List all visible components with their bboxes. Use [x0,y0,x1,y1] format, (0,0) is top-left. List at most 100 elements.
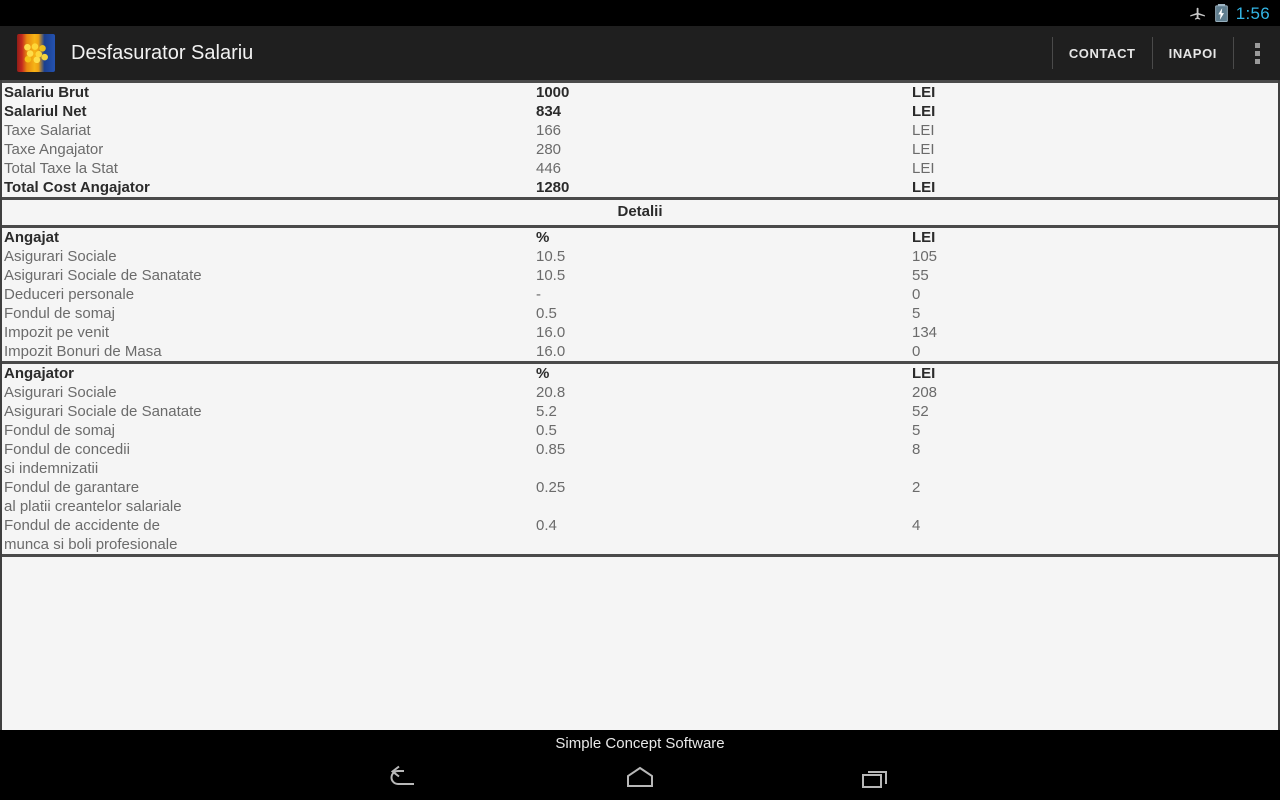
row-label: Asigurari Sociale de Sanatate [4,267,202,284]
row-pct: 10.5 [536,267,566,284]
summary-table: Salariu Brut 1000 LEI Salariul Net 834 L… [2,83,1278,197]
row-value: 166 [536,122,562,139]
row-amount: 55 [912,267,929,284]
row-value: 446 [536,160,562,177]
details-section-title: Detalii [617,203,663,220]
status-clock: 1:56 [1235,3,1270,23]
employee-details-table: Angajat % LEI Asigurari Sociale 10.5 105… [2,228,1278,361]
table-row: Impozit pe venit 16.0 134 [2,323,1278,342]
row-currency: LEI [912,160,935,177]
row-value: 280 [536,141,562,158]
employer-header-row: Angajator % LEI [2,364,1278,383]
row-pct: 0.25 [536,479,566,496]
row-label: Total Cost Angajator [4,179,150,196]
contact-action-button[interactable]: CONTACT [1053,26,1152,80]
employer-bottom-rule [2,554,1278,557]
row-currency: LEI [912,84,936,101]
row-pct: 0.85 [536,441,566,458]
table-row: Total Cost Angajator 1280 LEI [2,178,1278,197]
home-nav-icon[interactable] [612,758,668,798]
table-row: Salariul Net 834 LEI [2,102,1278,121]
row-label: Impozit Bonuri de Masa [4,343,162,360]
row-amount: 4 [912,517,921,534]
table-row: Asigurari Sociale 10.5 105 [2,247,1278,266]
table-row: Fondul de garantare al platii creantelor… [2,478,1278,516]
table-row: Asigurari Sociale de Sanatate 10.5 55 [2,266,1278,285]
row-pct: 0.5 [536,305,557,322]
status-bar: 1:56 [0,0,1280,26]
row-amount: 5 [912,305,921,322]
row-label: Taxe Salariat [4,122,91,139]
row-amount: 52 [912,403,929,420]
row-label: Salariul Net [4,103,87,120]
row-label: Taxe Angajator [4,141,104,158]
android-navigation-bar [0,756,1280,800]
row-currency: LEI [912,122,935,139]
employer-header-currency: LEI [912,365,936,382]
table-row: Deduceri personale - 0 [2,285,1278,304]
overflow-menu-icon[interactable] [1234,26,1280,80]
footer-text: Simple Concept Software [555,734,725,752]
table-row: Asigurari Sociale de Sanatate 5.2 52 [2,402,1278,421]
row-label: Fondul de accidente de munca si boli pro… [4,517,178,553]
row-amount: 8 [912,441,921,458]
employee-header-pct: % [536,229,550,246]
row-label: Total Taxe la Stat [4,160,118,177]
row-value: 1000 [536,84,570,101]
row-label: Fondul de concedii si indemnizatii [4,441,130,477]
table-row: Impozit Bonuri de Masa 16.0 0 [2,342,1278,361]
row-pct: 16.0 [536,324,566,341]
content-area: Salariu Brut 1000 LEI Salariul Net 834 L… [0,80,1280,730]
app-logo-icon [17,34,55,72]
row-currency: LEI [912,103,936,120]
row-label: Fondul de garantare al platii creantelor… [4,479,182,515]
employee-header-row: Angajat % LEI [2,228,1278,247]
row-amount: 5 [912,422,921,439]
employer-header-pct: % [536,365,550,382]
battery-charging-icon [1214,4,1228,22]
row-label: Salariu Brut [4,84,90,101]
row-value: 1280 [536,179,570,196]
back-action-button[interactable]: INAPOI [1153,26,1233,80]
row-amount: 0 [912,286,921,303]
row-label: Impozit pe venit [4,324,110,341]
employer-header-label: Angajator [4,365,75,382]
row-label: Asigurari Sociale de Sanatate [4,403,202,420]
table-row: Total Taxe la Stat 446 LEI [2,159,1278,178]
row-pct: 20.8 [536,384,566,401]
table-row: Salariu Brut 1000 LEI [2,83,1278,102]
row-value: 834 [536,103,562,120]
row-pct: 0.5 [536,422,557,439]
airplane-mode-icon [1189,5,1207,22]
row-label: Deduceri personale [4,286,135,303]
row-pct: 0.4 [536,517,557,534]
action-bar: Desfasurator Salariu CONTACT INAPOI [0,26,1280,80]
row-amount: 2 [912,479,921,496]
page-title: Desfasurator Salariu [71,41,254,64]
row-label: Asigurari Sociale [4,248,117,265]
row-label: Asigurari Sociale [4,384,117,401]
table-row: Fondul de somaj 0.5 5 [2,421,1278,440]
row-amount: 208 [912,384,938,401]
android-screen: 1:56 Desfasurator Salariu CONTACT INAPOI… [0,0,1280,800]
row-currency: LEI [912,179,936,196]
row-amount: 0 [912,343,921,360]
employee-header-label: Angajat [4,229,60,246]
recent-apps-nav-icon[interactable] [848,758,904,798]
row-pct: 16.0 [536,343,566,360]
table-row: Fondul de accidente de munca si boli pro… [2,516,1278,554]
row-pct: 10.5 [536,248,566,265]
row-pct: 5.2 [536,403,557,420]
table-row: Fondul de concedii si indemnizatii 0.85 … [2,440,1278,478]
row-pct: - [536,286,541,303]
table-row: Taxe Salariat 166 LEI [2,121,1278,140]
row-label: Fondul de somaj [4,422,115,439]
row-amount: 105 [912,248,938,265]
table-row: Fondul de somaj 0.5 5 [2,304,1278,323]
table-row: Asigurari Sociale 20.8 208 [2,383,1278,402]
back-nav-icon[interactable] [376,758,432,798]
footer-bar: Simple Concept Software [0,730,1280,756]
employer-details-table: Angajator % LEI Asigurari Sociale 20.8 2… [2,364,1278,554]
table-row: Taxe Angajator 280 LEI [2,140,1278,159]
employee-header-currency: LEI [912,229,936,246]
